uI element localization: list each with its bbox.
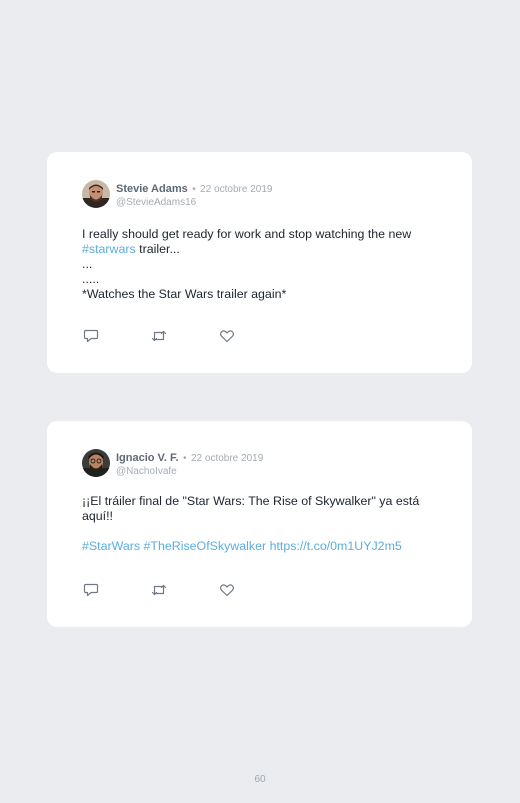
retweet-icon[interactable] <box>151 583 167 597</box>
tweet-actions <box>83 329 235 343</box>
hashtag-link[interactable]: #StarWars <box>82 539 140 553</box>
tweet-text: ¡¡El tráiler final de "Star Wars: The Ri… <box>82 494 447 554</box>
page-number: 60 <box>254 774 266 785</box>
author-handle[interactable]: @NachoIvafe <box>116 466 263 478</box>
url-link[interactable]: https://t.co/0m1UYJ2m5 <box>270 539 402 553</box>
reply-icon[interactable] <box>83 583 99 597</box>
tweet-line: #StarWars #TheRiseOfSkywalker https://t.… <box>82 539 447 554</box>
like-icon[interactable] <box>219 329 235 343</box>
tweet-line: ..... <box>82 272 100 286</box>
author-name[interactable]: Stevie Adams <box>116 183 188 195</box>
author-name[interactable]: Ignacio V. F. <box>116 452 179 464</box>
avatar[interactable] <box>82 179 110 208</box>
avatar[interactable] <box>82 448 110 477</box>
separator-dot: • <box>183 453 187 464</box>
tweet-date[interactable]: 22 octobre 2019 <box>200 184 272 195</box>
author-handle[interactable]: @StevieAdams16 <box>116 197 272 209</box>
tweet-actions <box>83 583 235 597</box>
tweet-card: Ignacio V. F. • 22 octobre 2019 @NachoIv… <box>47 421 472 627</box>
tweet-date[interactable]: 22 octobre 2019 <box>191 453 263 464</box>
tweet-line: ... <box>82 257 93 271</box>
tweet-header: Ignacio V. F. • 22 octobre 2019 @NachoIv… <box>82 448 263 478</box>
tweet-text: I really should get ready for work and s… <box>82 227 447 302</box>
like-icon[interactable] <box>219 583 235 597</box>
tweet-header: Stevie Adams • 22 octobre 2019 @StevieAd… <box>82 179 272 209</box>
reply-icon[interactable] <box>83 329 99 343</box>
tweet-line: *Watches the Star Wars trailer again* <box>82 287 287 301</box>
separator-dot: • <box>192 184 196 195</box>
hashtag-link[interactable]: #starwars <box>82 242 136 256</box>
tweet-text-segment: I really should get ready for work and s… <box>82 227 412 241</box>
tweet-text-segment: trailer... <box>135 242 180 256</box>
retweet-icon[interactable] <box>151 329 167 343</box>
tweet-line: ¡¡El tráiler final de "Star Wars: The Ri… <box>82 494 420 523</box>
tweet-card: Stevie Adams • 22 octobre 2019 @StevieAd… <box>47 152 472 373</box>
tweet-line: I really should get ready for work and s… <box>82 227 447 257</box>
hashtag-link[interactable]: #TheRiseOfSkywalker <box>144 539 267 553</box>
